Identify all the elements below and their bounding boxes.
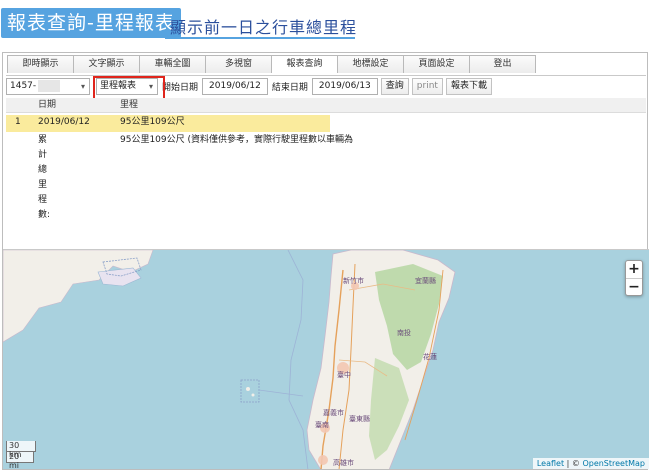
vehicle-select-value: 1457- [10,81,37,91]
city-area [318,455,328,465]
map-label-taichung: 臺中 [337,371,351,379]
download-report-button[interactable]: 報表下載 [445,78,492,95]
tab-logout[interactable]: 登出 [469,55,536,73]
end-date-label: 結束日期 [271,83,308,93]
map-label-taitung: 臺東縣 [349,415,370,423]
chevron-down-icon: ▾ [148,82,153,91]
report-toolbar: 1457- ▾ 里程報表 ▾ 開始日期 2019/06/12 結束日期 2019… [6,75,646,105]
total-mileage-value: 95公里109公尺 (資料僅供參考，實際行駛里程數以車輛為 [120,135,354,145]
maritime-boundary [287,250,309,469]
penghu-island [246,387,250,391]
table-header: 日期 里程 [6,98,646,113]
zoom-control: + − [625,260,643,296]
map-label-kaohsiung: 高雄市 [333,459,354,467]
vehicle-select[interactable]: 1457- ▾ [6,78,90,95]
map-view[interactable]: 新竹市 臺中 南投 宜蘭縣 花蓮 嘉義市 臺東縣 臺南 高雄市 + − 30 k… [3,249,649,469]
tab-live[interactable]: 即時顯示 [7,55,74,73]
leaflet-link[interactable]: Leaflet [537,459,564,468]
print-button[interactable]: print [411,78,443,95]
maritime-boundary [258,389,304,397]
tab-bar: 即時顯示 文字顯示 車輛全圖 多視窗 報表查詢 地標設定 頁面設定 登出 [7,55,536,73]
map-attribution: Leaflet | © OpenStreetMap [532,458,649,469]
map-label-nantou: 南投 [397,329,411,337]
tab-text[interactable]: 文字顯示 [73,55,140,73]
map-tiles [3,250,456,469]
table-row[interactable]: 1 2019/06/12 95公里109公尺 [6,115,330,132]
page-banner: 報表查詢-里程報表 顯示前一日之行車總里程 [0,0,650,44]
col-date-header: 日期 [38,100,57,110]
zoom-in-button[interactable]: + [626,261,642,278]
mainland-coast [3,250,154,343]
osm-link[interactable]: OpenStreetMap [582,459,645,468]
map-label-chiayi: 嘉義市 [323,409,344,417]
redacted-plate [38,79,61,92]
page-subtitle: 顯示前一日之行車總里程 [170,18,358,37]
app-frame: 即時顯示 文字顯示 車輛全圖 多視窗 報表查詢 地標設定 頁面設定 登出 145… [2,52,649,470]
penghu-boundary [240,379,260,403]
total-mileage-label: 累計總里程數: [38,135,51,220]
penghu-island [251,393,255,397]
end-date-input[interactable]: 2019/06/13 [311,78,378,95]
map-label-hsinchu: 新竹市 [343,277,364,285]
row-index: 1 [15,117,21,127]
row-mileage: 95公里109公尺 [120,117,185,127]
map-scale: 30 km 20 mi [6,441,36,469]
chevron-down-icon: ▾ [80,82,85,91]
report-type-value: 里程報表 [100,81,137,91]
tab-fleet-map[interactable]: 車輛全圖 [139,55,206,73]
tab-landmarks[interactable]: 地標設定 [337,55,404,73]
attribution-separator: | © [564,459,583,468]
subtitle-underline [165,37,355,39]
tab-reports[interactable]: 報表查詢 [271,55,338,73]
col-mileage-header: 里程 [120,100,139,110]
row-date: 2019/06/12 [38,117,90,127]
page-title: 報表查詢-里程報表 [1,8,181,38]
zoom-out-button[interactable]: − [626,278,642,295]
map-label-tainan: 臺南 [315,421,329,429]
report-type-select[interactable]: 里程報表 ▾ [96,78,158,95]
tab-page-settings[interactable]: 頁面設定 [403,55,470,73]
start-date-label: 開始日期 [162,83,199,93]
query-button[interactable]: 查詢 [380,78,409,95]
map-label-hualien: 花蓮 [423,353,437,361]
scale-km: 30 km [6,441,36,459]
map-label-yilan: 宜蘭縣 [415,277,436,285]
start-date-input[interactable]: 2019/06/12 [202,78,268,95]
tab-multi-window[interactable]: 多視窗 [205,55,272,73]
